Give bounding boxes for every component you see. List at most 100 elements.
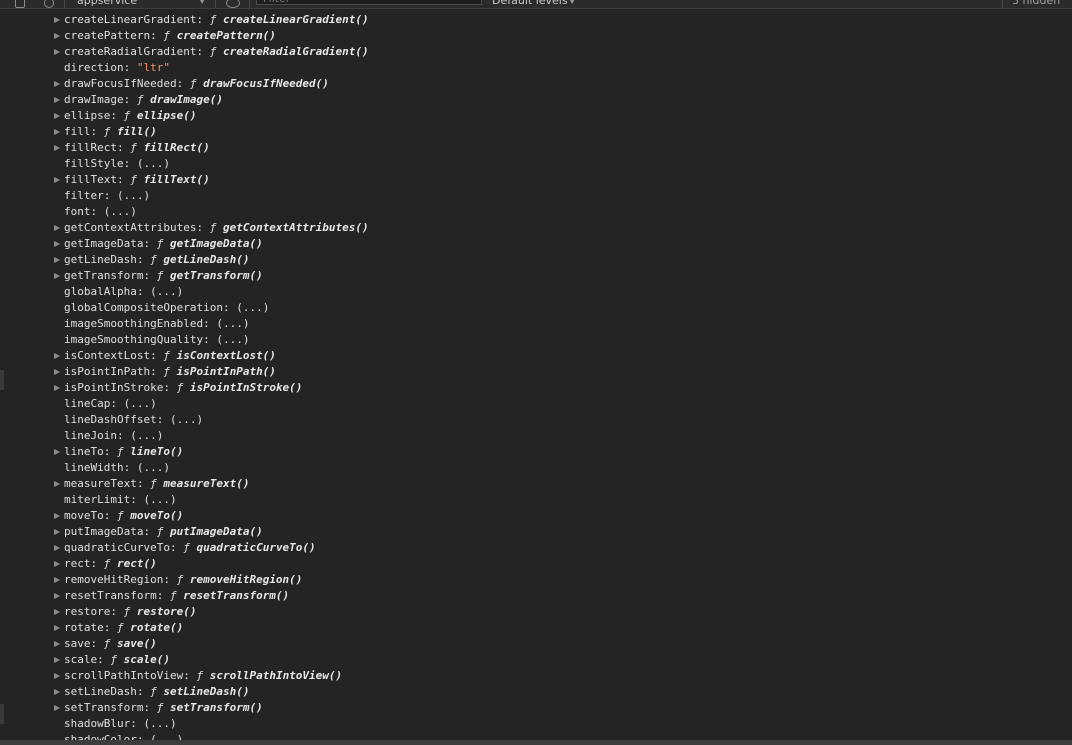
getter-value[interactable]: (...) — [104, 205, 137, 218]
property-row[interactable]: shadowBlur: (...) — [0, 716, 1072, 732]
expand-triangle-icon[interactable] — [54, 129, 60, 135]
getter-value[interactable]: (...) — [124, 397, 157, 410]
function-signature: isContextLost() — [176, 349, 276, 362]
property-row[interactable]: fillText: ƒ fillText() — [0, 172, 1072, 188]
getter-value[interactable]: (...) — [170, 413, 203, 426]
property-row[interactable]: drawImage: ƒ drawImage() — [0, 92, 1072, 108]
expand-triangle-icon[interactable] — [54, 113, 60, 119]
expand-triangle-icon[interactable] — [54, 689, 60, 695]
expand-triangle-icon[interactable] — [54, 449, 60, 455]
property-row[interactable]: lineWidth: (...) — [0, 460, 1072, 476]
expand-triangle-icon[interactable] — [54, 81, 60, 87]
expand-triangle-icon[interactable] — [54, 273, 60, 279]
property-row[interactable]: fillRect: ƒ fillRect() — [0, 140, 1072, 156]
property-row[interactable]: fill: ƒ fill() — [0, 124, 1072, 140]
property-row[interactable]: resetTransform: ƒ resetTransform() — [0, 588, 1072, 604]
expand-triangle-icon[interactable] — [54, 561, 60, 567]
expand-triangle-icon[interactable] — [54, 17, 60, 23]
property-row[interactable]: scale: ƒ scale() — [0, 652, 1072, 668]
expand-triangle-icon[interactable] — [54, 577, 60, 583]
chevron-down-icon[interactable]: ▼ — [199, 0, 205, 8]
getter-value[interactable]: (...) — [130, 429, 163, 442]
property-row[interactable]: lineCap: (...) — [0, 396, 1072, 412]
property-row[interactable]: font: (...) — [0, 204, 1072, 220]
expand-triangle-icon[interactable] — [54, 33, 60, 39]
chevron-down-icon[interactable]: ▼ — [569, 0, 575, 8]
property-row[interactable]: createLinearGradient: ƒ createLinearGrad… — [0, 12, 1072, 28]
property-row[interactable]: rect: ƒ rect() — [0, 556, 1072, 572]
property-row[interactable]: fillStyle: (...) — [0, 156, 1072, 172]
expand-triangle-icon[interactable] — [54, 177, 60, 183]
property-row[interactable]: createPattern: ƒ createPattern() — [0, 28, 1072, 44]
expand-triangle-icon[interactable] — [54, 625, 60, 631]
property-row[interactable]: createRadialGradient: ƒ createRadialGrad… — [0, 44, 1072, 60]
property-row[interactable]: getLineDash: ƒ getLineDash() — [0, 252, 1072, 268]
property-row[interactable]: moveTo: ƒ moveTo() — [0, 508, 1072, 524]
getter-value[interactable]: (...) — [137, 157, 170, 170]
property-row[interactable]: direction: "ltr" — [0, 60, 1072, 76]
property-row[interactable]: restore: ƒ restore() — [0, 604, 1072, 620]
property-row[interactable]: ellipse: ƒ ellipse() — [0, 108, 1072, 124]
property-row[interactable]: globalAlpha: (...) — [0, 284, 1072, 300]
filter-input[interactable] — [256, 0, 482, 5]
property-row[interactable]: getImageData: ƒ getImageData() — [0, 236, 1072, 252]
property-row[interactable]: getContextAttributes: ƒ getContextAttrib… — [0, 220, 1072, 236]
expand-triangle-icon[interactable] — [54, 529, 60, 535]
getter-value[interactable]: (...) — [117, 189, 150, 202]
getter-value[interactable]: (...) — [216, 333, 249, 346]
expand-triangle-icon[interactable] — [54, 353, 60, 359]
getter-value[interactable]: (...) — [143, 717, 176, 730]
clear-console-icon[interactable] — [44, 0, 54, 8]
expand-triangle-icon[interactable] — [54, 513, 60, 519]
expand-triangle-icon[interactable] — [54, 641, 60, 647]
expand-triangle-icon[interactable] — [54, 225, 60, 231]
property-row[interactable]: lineJoin: (...) — [0, 428, 1072, 444]
property-row[interactable]: lineTo: ƒ lineTo() — [0, 444, 1072, 460]
property-row[interactable]: setLineDash: ƒ setLineDash() — [0, 684, 1072, 700]
context-selector[interactable]: appservice — [77, 0, 137, 8]
expand-triangle-icon[interactable] — [54, 241, 60, 247]
expand-triangle-icon[interactable] — [54, 481, 60, 487]
expand-triangle-icon[interactable] — [54, 49, 60, 55]
expand-triangle-icon[interactable] — [54, 657, 60, 663]
property-row[interactable]: isContextLost: ƒ isContextLost() — [0, 348, 1072, 364]
property-row[interactable]: save: ƒ save() — [0, 636, 1072, 652]
property-row[interactable]: isPointInPath: ƒ isPointInPath() — [0, 364, 1072, 380]
property-row[interactable]: isPointInStroke: ƒ isPointInStroke() — [0, 380, 1072, 396]
getter-value[interactable]: (...) — [216, 317, 249, 330]
property-row[interactable]: imageSmoothingQuality: (...) — [0, 332, 1072, 348]
property-row[interactable]: drawFocusIfNeeded: ƒ drawFocusIfNeeded() — [0, 76, 1072, 92]
property-row[interactable]: rotate: ƒ rotate() — [0, 620, 1072, 636]
property-row[interactable]: putImageData: ƒ putImageData() — [0, 524, 1072, 540]
expand-triangle-icon[interactable] — [54, 705, 60, 711]
expand-triangle-icon[interactable] — [54, 385, 60, 391]
eye-icon[interactable] — [226, 0, 240, 8]
expand-triangle-icon[interactable] — [54, 369, 60, 375]
property-row[interactable]: quadraticCurveTo: ƒ quadraticCurveTo() — [0, 540, 1072, 556]
property-row[interactable]: imageSmoothingEnabled: (...) — [0, 316, 1072, 332]
property-separator: : — [156, 413, 170, 426]
getter-value[interactable]: (...) — [150, 285, 183, 298]
expand-triangle-icon[interactable] — [54, 609, 60, 615]
expand-triangle-icon[interactable] — [54, 545, 60, 551]
expand-triangle-icon[interactable] — [54, 145, 60, 151]
property-row[interactable]: getTransform: ƒ getTransform() — [0, 268, 1072, 284]
log-levels-dropdown[interactable]: Default levels — [492, 0, 568, 8]
property-row[interactable]: scrollPathIntoView: ƒ scrollPathIntoView… — [0, 668, 1072, 684]
getter-value[interactable]: (...) — [236, 301, 269, 314]
property-row[interactable]: setTransform: ƒ setTransform() — [0, 700, 1072, 716]
sidebar-toggle-icon[interactable] — [15, 0, 25, 8]
hidden-count[interactable]: 3 hidden — [1012, 0, 1060, 8]
getter-value[interactable]: (...) — [143, 493, 176, 506]
property-row[interactable]: miterLimit: (...) — [0, 492, 1072, 508]
property-row[interactable]: removeHitRegion: ƒ removeHitRegion() — [0, 572, 1072, 588]
property-row[interactable]: globalCompositeOperation: (...) — [0, 300, 1072, 316]
expand-triangle-icon[interactable] — [54, 673, 60, 679]
property-row[interactable]: filter: (...) — [0, 188, 1072, 204]
getter-value[interactable]: (...) — [137, 461, 170, 474]
expand-triangle-icon[interactable] — [54, 97, 60, 103]
expand-triangle-icon[interactable] — [54, 257, 60, 263]
property-row[interactable]: measureText: ƒ measureText() — [0, 476, 1072, 492]
expand-triangle-icon[interactable] — [54, 593, 60, 599]
property-row[interactable]: lineDashOffset: (...) — [0, 412, 1072, 428]
